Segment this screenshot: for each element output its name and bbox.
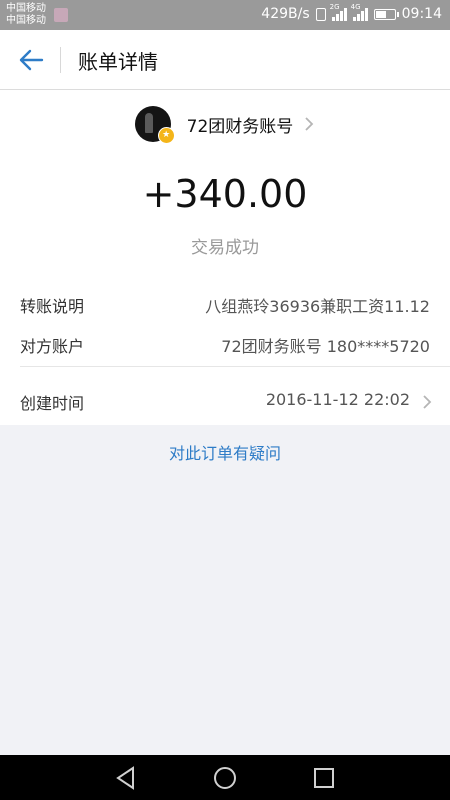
app-header: 账单详情 xyxy=(0,30,450,90)
carrier-2: 中国移动 xyxy=(6,15,46,26)
status-indicators: 429B/s 2G 4G 09:14 xyxy=(261,3,442,22)
row-divider xyxy=(20,366,450,367)
transaction-amount: +340.00 xyxy=(142,172,308,216)
avatar-figure xyxy=(144,113,153,133)
question-order-link[interactable]: 对此订单有疑问 xyxy=(0,440,450,464)
notification-thumbnail-icon xyxy=(54,8,68,22)
vibrate-icon xyxy=(315,7,326,21)
transaction-status: 交易成功 xyxy=(191,238,259,258)
sim1-network-tag: 2G xyxy=(329,3,340,11)
row-label: 对方账户 xyxy=(20,337,85,356)
verified-badge-icon: ★ xyxy=(157,127,175,144)
row-label: 转账说明 xyxy=(20,297,85,316)
chevron-right-icon xyxy=(423,395,432,409)
page-title: 账单详情 xyxy=(78,50,158,74)
chevron-right-icon xyxy=(305,117,314,131)
signal-sim1-icon: 2G xyxy=(330,3,347,21)
row-value: 72团财务账号 180****5720 xyxy=(221,337,430,356)
row-transfer-note: 转账说明 八组燕玲36936兼职工资11.12 xyxy=(0,283,450,323)
row-value: 2016-11-12 22:02 xyxy=(265,390,410,409)
signal-sim2-icon: 4G xyxy=(351,3,368,21)
back-arrow-icon[interactable] xyxy=(18,48,44,72)
system-nav-bar xyxy=(0,755,450,800)
row-counterparty-account: 对方账户 72团财务账号 180****5720 xyxy=(0,323,450,363)
status-bar: 中国移动 中国移动 429B/s 2G 4G 09:14 xyxy=(0,0,450,30)
payee-name: 72团财务账号 xyxy=(186,116,294,137)
nav-back-icon[interactable] xyxy=(112,765,140,791)
nav-recent-apps-icon[interactable] xyxy=(310,765,338,791)
payee-row[interactable]: ★ 72团财务账号 xyxy=(0,104,450,144)
payee-avatar: ★ xyxy=(134,106,175,144)
row-label: 创建时间 xyxy=(20,394,85,413)
row-value: 八组燕玲36936兼职工资11.12 xyxy=(205,297,430,316)
nav-home-icon[interactable] xyxy=(211,765,239,791)
row-created-time[interactable]: 创建时间 2016-11-12 22:02 xyxy=(0,380,450,420)
battery-icon xyxy=(373,8,399,20)
bill-detail-card: ★ 72团财务账号 +340.00 交易成功 转账说明 八组燕玲36936兼职工… xyxy=(0,90,450,425)
header-divider xyxy=(60,47,61,73)
sim2-network-tag: 4G xyxy=(350,3,361,11)
net-speed: 429B/s xyxy=(261,6,310,22)
clock: 09:14 xyxy=(401,6,442,22)
carrier-labels: 中国移动 中国移动 xyxy=(6,3,46,27)
carrier-1: 中国移动 xyxy=(6,3,46,14)
